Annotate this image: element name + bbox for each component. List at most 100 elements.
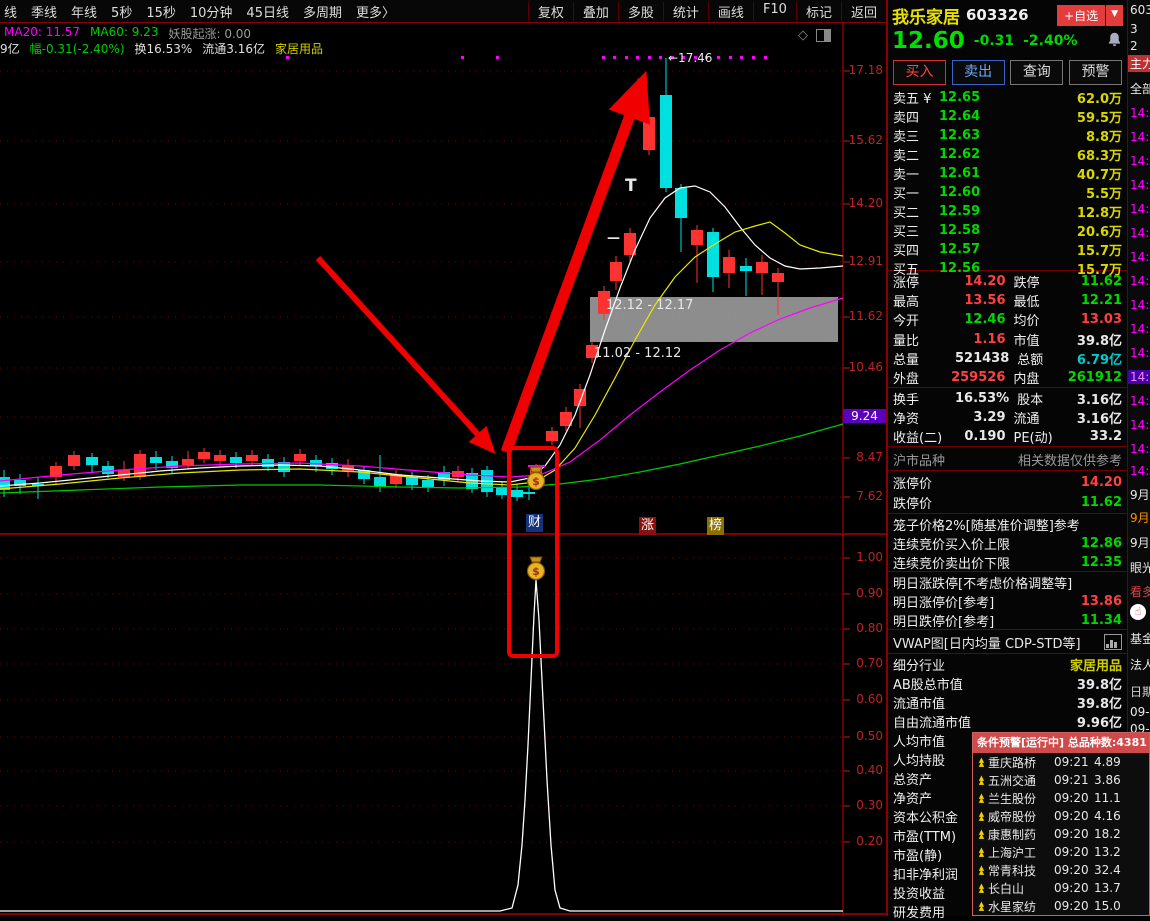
indicator-chip[interactable]: 榜 bbox=[707, 517, 724, 535]
thumb-up-icon[interactable]: ☝ bbox=[1130, 604, 1146, 620]
period-menu-item[interactable]: 季线 bbox=[31, 2, 57, 21]
info-value: 9.96亿 bbox=[1076, 716, 1122, 731]
info-row[interactable]: 细分行业 家居用品 bbox=[888, 655, 1127, 674]
candlestick-chart: $$ bbox=[0, 22, 886, 916]
info-row[interactable]: 流通市值 39.8亿 bbox=[888, 693, 1127, 712]
tool-menu-item[interactable]: 多股 bbox=[617, 1, 663, 21]
period-menu-item[interactable]: 更多〉 bbox=[356, 2, 395, 21]
ask-volume: 68.3万 bbox=[1076, 149, 1122, 164]
buy-button[interactable]: 买入 bbox=[893, 59, 946, 85]
info-row: 明日跌停价[参考] 11.34 bbox=[888, 611, 1127, 630]
side-item: 9月 bbox=[1130, 488, 1150, 502]
indicator-value: 家居用品 bbox=[275, 42, 324, 56]
alert-stock-row[interactable]: ▲ ▲ 重庆路桥 09:21 4.89 bbox=[973, 753, 1149, 771]
info-row: 连续竞价卖出价下限 12.35 bbox=[888, 553, 1127, 572]
stat-label: 净资 bbox=[893, 412, 920, 427]
info-row[interactable]: AB股总市值 39.8亿 bbox=[888, 674, 1127, 693]
price-header: 12.60 -0.31 -2.40% bbox=[888, 28, 1127, 54]
diamond-icon[interactable]: ◇ bbox=[798, 28, 808, 43]
favorite-dropdown-icon[interactable]: ▼ bbox=[1106, 4, 1123, 26]
alert-stock-name: 水星家纺 bbox=[988, 899, 1037, 914]
period-menu-item[interactable]: 45日线 bbox=[246, 2, 289, 21]
side-item: 14:5 bbox=[1130, 250, 1150, 264]
axis-tick-label: 0.30 bbox=[856, 798, 883, 812]
bid-row[interactable]: 买一 12.60 5.5万 bbox=[888, 183, 1127, 202]
bid-label: 买二 bbox=[893, 206, 920, 221]
ask-row[interactable]: 卖一 12.61 40.7万 bbox=[888, 164, 1127, 183]
alert-stock-row[interactable]: ▲ ▲ 上海沪工 09:20 13.2 bbox=[973, 843, 1149, 861]
alert-stock-row[interactable]: ▲ ▲ 长白山 09:20 13.7 bbox=[973, 879, 1149, 897]
info-label: 涨停价 bbox=[893, 476, 933, 492]
info-row[interactable]: 自由流通市值 9.96亿 bbox=[888, 712, 1127, 731]
period-menu-item[interactable]: 5秒 bbox=[111, 2, 132, 21]
stat-value: 11.62 bbox=[1080, 274, 1122, 290]
period-menu: 线季线 年线 5秒 15秒 10分钟 45日线 多周期 更多〉 bbox=[0, 2, 395, 21]
plain-button[interactable]: 预警 bbox=[1068, 59, 1122, 85]
alert-stock-row[interactable]: ▲ ▲ 康惠制药 09:20 18.2 bbox=[973, 825, 1149, 843]
axis-tick-label: 7.62 bbox=[856, 489, 883, 503]
alert-stock-row[interactable]: ▲ ▲ 五洲交通 09:21 3.86 bbox=[973, 771, 1149, 789]
ask-label: 卖五 ¥ bbox=[893, 92, 932, 107]
bid-row[interactable]: 买二 12.59 12.8万 bbox=[888, 202, 1127, 221]
side-item: 眼光 bbox=[1130, 561, 1150, 575]
bid-volume: 5.5万 bbox=[1085, 187, 1122, 202]
alert-value: 32.4 bbox=[1094, 863, 1121, 877]
alert-bell-icon[interactable] bbox=[1106, 31, 1123, 52]
ask-row[interactable]: 卖三 12.63 8.8万 bbox=[888, 126, 1127, 145]
tool-menu-item[interactable]: 返回 bbox=[840, 1, 886, 21]
alert-stock-row[interactable]: ▲ ▲ 水星家纺 09:20 15.0 bbox=[973, 897, 1149, 915]
tool-menu-item[interactable]: 复权 bbox=[527, 1, 573, 21]
money-bag-icon: $ bbox=[526, 556, 546, 581]
ask-price: 12.65 bbox=[939, 90, 981, 105]
alert-stock-row[interactable]: ▲ ▲ 威帝股份 09:20 4.16 bbox=[973, 807, 1149, 825]
stat-label: 量比 bbox=[893, 333, 920, 349]
info-label: 明日跌停价[参考] bbox=[893, 615, 995, 630]
tool-menu-item[interactable]: F10 bbox=[752, 1, 796, 21]
stat-label: 最低 bbox=[1013, 295, 1040, 311]
alert-stock-row[interactable]: ▲ ▲ 兰生股份 09:20 11.1 bbox=[973, 789, 1149, 807]
stats-block-1: 涨停 14.20 跌停 11.62 最高 13.56 最低 12.21 今开 12.46 均价 13.… bbox=[888, 272, 1127, 388]
tool-menu-item[interactable]: 统计 bbox=[662, 1, 708, 21]
alert-time: 09:20 bbox=[1054, 827, 1089, 841]
indicator-chip[interactable]: 涨 bbox=[639, 517, 656, 535]
bid-volume: 20.6万 bbox=[1076, 225, 1122, 240]
side-tab[interactable]: 主力 bbox=[1128, 55, 1150, 72]
stat-label: 跌停 bbox=[1013, 276, 1040, 292]
period-menu-item[interactable]: 10分钟 bbox=[190, 2, 233, 21]
tool-menu-item[interactable]: 叠加 bbox=[572, 1, 618, 21]
alert-stock-row[interactable]: ▲ ▲ 常青科技 09:20 32.4 bbox=[973, 861, 1149, 879]
period-menu-item[interactable]: 多周期 bbox=[303, 2, 342, 21]
tool-menu-item[interactable]: 标记 bbox=[795, 1, 841, 21]
alert-stock-name: 常青科技 bbox=[988, 863, 1037, 878]
alert-popup-list: ▲ ▲ 重庆路桥 09:21 4.89 ▲ ▲ 五洲交通 09:21 3.86 ▲ ▲ 兰生股份 09:2… bbox=[973, 753, 1149, 915]
tool-menu-item[interactable]: 画线 bbox=[707, 1, 753, 21]
ask-row[interactable]: 卖二 12.62 68.3万 bbox=[888, 145, 1127, 164]
split-panel-icon[interactable] bbox=[816, 29, 831, 42]
condition-alert-popup: 条件预警[运行中] 总品种数:4381 ▲ ▲ 重庆路桥 09:21 4.89 ▲ ▲ 五洲交… bbox=[972, 732, 1150, 916]
ask-row[interactable]: 卖四 12.64 59.5万 bbox=[888, 107, 1127, 126]
vwap-row[interactable]: VWAP图[日内均量 CDP-STD等] bbox=[888, 631, 1127, 654]
info-value: 12.35 bbox=[1080, 555, 1122, 570]
stat-value: 12.21 bbox=[1080, 293, 1122, 309]
period-menu-item[interactable]: 年线 bbox=[71, 2, 97, 21]
indicator-chip[interactable]: 财 bbox=[526, 514, 543, 532]
side-item: 14:5 bbox=[1130, 226, 1150, 240]
add-favorite-button[interactable]: +自选 ▼ bbox=[1057, 4, 1123, 26]
side-item: 603 bbox=[1130, 3, 1150, 17]
alert-popup-header[interactable]: 条件预警[运行中] 总品种数:4381 bbox=[973, 733, 1149, 753]
plain-button[interactable]: 查询 bbox=[1010, 59, 1064, 85]
info-label: 跌停价 bbox=[893, 497, 933, 513]
period-menu-item[interactable]: 15秒 bbox=[146, 2, 176, 21]
ask-row[interactable]: 卖五 ¥ 12.65 62.0万 bbox=[888, 88, 1127, 107]
sell-button[interactable]: 卖出 bbox=[951, 59, 1005, 85]
side-item: 基金 bbox=[1130, 632, 1150, 646]
ask-label: 卖一 bbox=[893, 168, 920, 183]
ask-price: 12.62 bbox=[939, 147, 981, 162]
top-toolbar: 线季线 年线 5秒 15秒 10分钟 45日线 多周期 更多〉 复权 叠加 多股 统计 画线 F10 标记… bbox=[0, 0, 886, 23]
stat-value: 33.2 bbox=[1089, 429, 1122, 444]
info-label: 自由流通市值 bbox=[893, 716, 972, 731]
bid-row[interactable]: 买三 12.58 20.6万 bbox=[888, 221, 1127, 240]
bid-row[interactable]: 买四 12.57 15.7万 bbox=[888, 240, 1127, 259]
period-menu-item[interactable]: 线 bbox=[4, 2, 17, 21]
side-tab[interactable]: 全部 bbox=[1130, 80, 1150, 97]
